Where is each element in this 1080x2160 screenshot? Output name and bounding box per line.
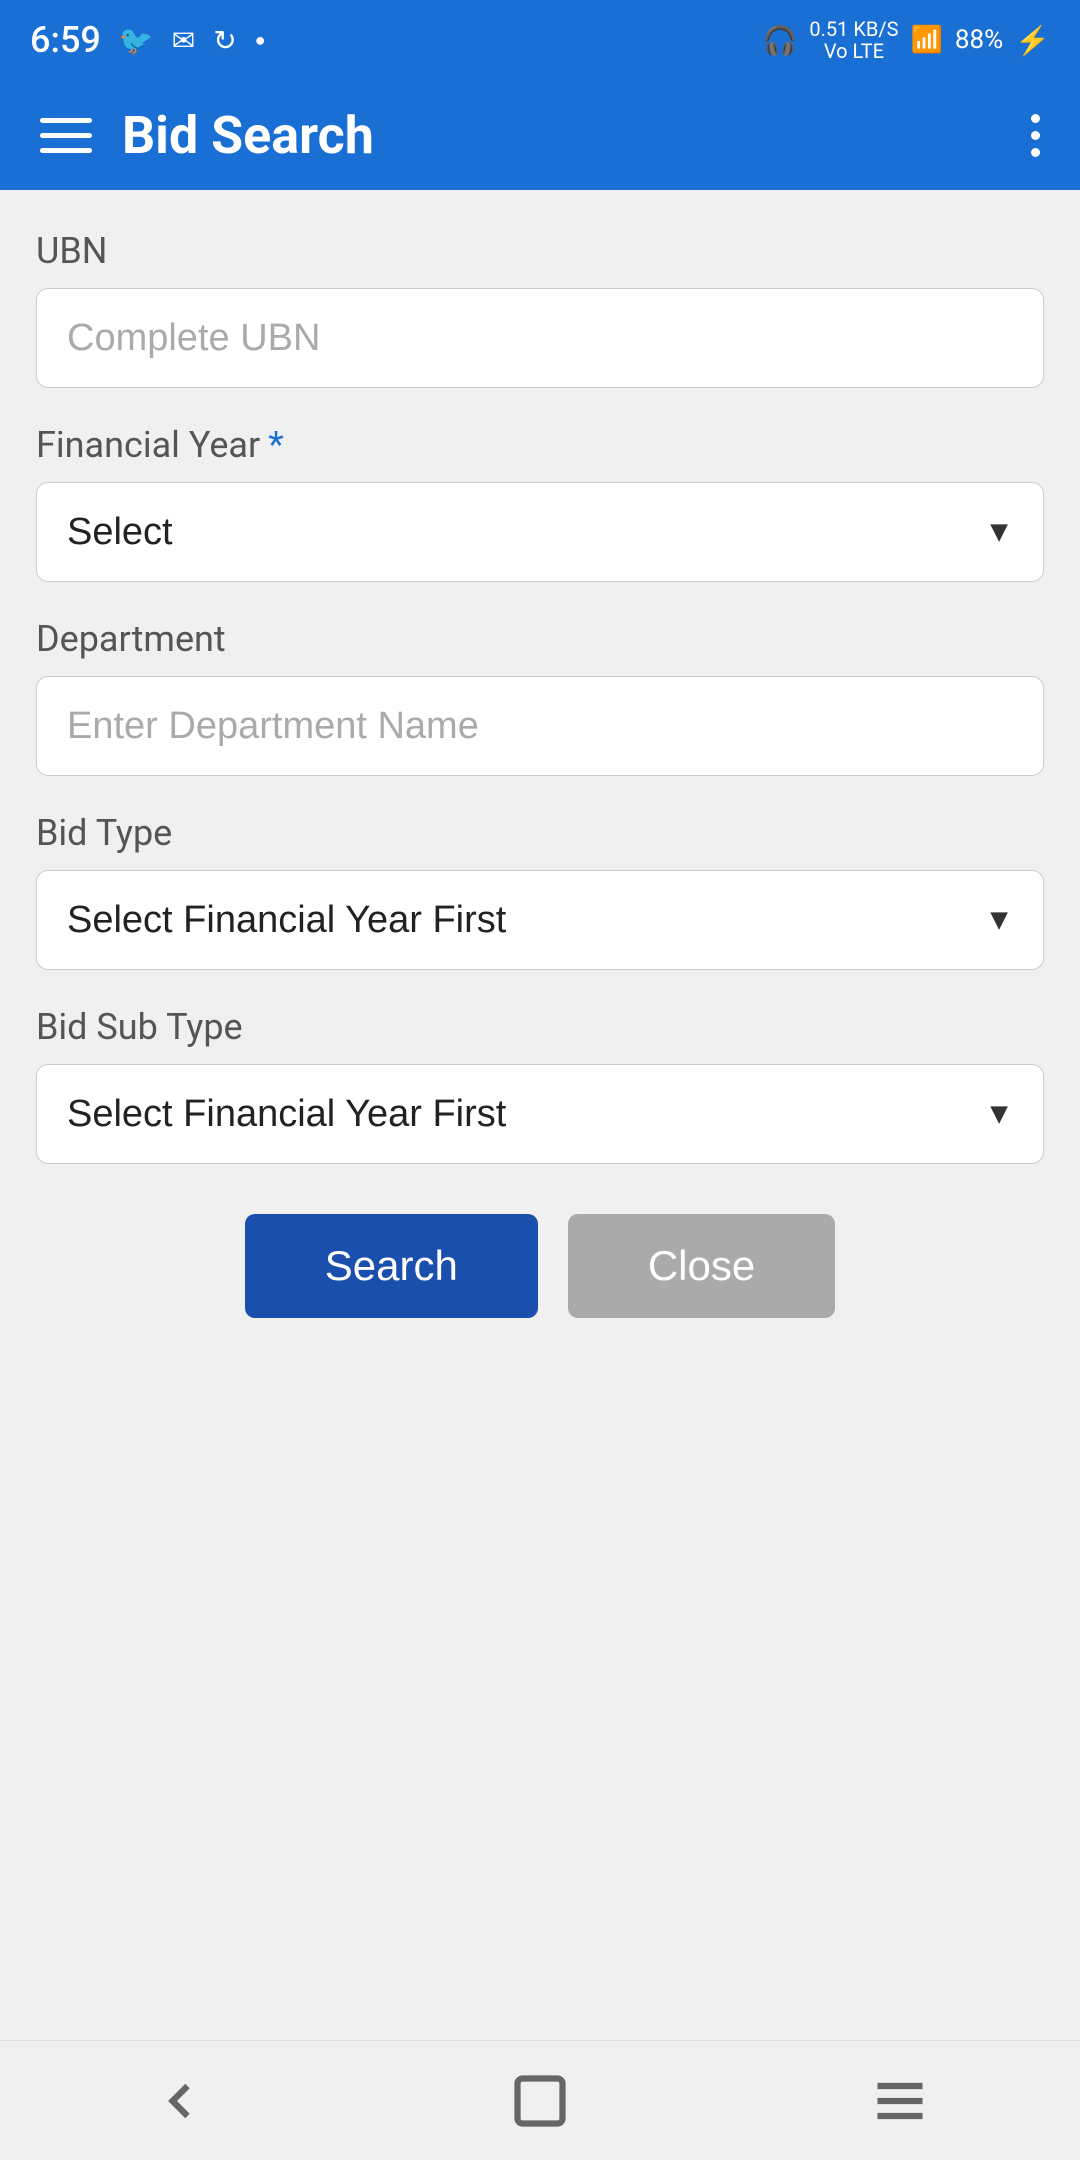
financial-year-label: Financial Year* <box>36 424 1044 466</box>
status-bar: 6:59 🐦 ✉ ↻ ● 🎧 0.51 KB/S Vo LTE 📶 88% ⚡ <box>0 0 1080 80</box>
hamburger-menu-icon[interactable] <box>40 118 92 153</box>
bid-sub-type-label: Bid Sub Type <box>36 1006 1044 1048</box>
status-left: 6:59 🐦 ✉ ↻ ● <box>30 19 266 61</box>
battery-level: 88% <box>955 25 1003 55</box>
network-speed: 0.51 KB/S Vo LTE <box>809 18 898 62</box>
department-label: Department <box>36 618 1044 660</box>
menu-button[interactable] <box>860 2061 940 2141</box>
required-asterisk: * <box>268 424 284 466</box>
signal-icon: 📶 <box>910 25 942 55</box>
home-square-icon <box>510 2071 570 2131</box>
dot-icon: ● <box>255 30 266 51</box>
ubn-input[interactable] <box>36 288 1044 388</box>
ubn-field-group: UBN <box>36 230 1044 388</box>
search-button[interactable]: Search <box>245 1214 538 1318</box>
close-button[interactable]: Close <box>568 1214 835 1318</box>
page-title: Bid Search <box>122 105 1031 166</box>
menu-lines-icon <box>870 2071 930 2131</box>
facebook-icon: 🐦 <box>119 24 154 57</box>
headset-icon: 🎧 <box>763 24 798 57</box>
financial-year-select-wrapper: Select ▼ <box>36 482 1044 582</box>
bid-type-select-wrapper: Select Financial Year First ▼ <box>36 870 1044 970</box>
charging-icon: ⚡ <box>1015 24 1050 57</box>
status-time: 6:59 <box>30 19 101 61</box>
bid-sub-type-select-wrapper: Select Financial Year First ▼ <box>36 1064 1044 1164</box>
app-bar: Bid Search <box>0 80 1080 190</box>
bid-sub-type-field-group: Bid Sub Type Select Financial Year First… <box>36 1006 1044 1164</box>
action-buttons: Search Close <box>36 1214 1044 1318</box>
department-field-group: Department <box>36 618 1044 776</box>
status-right: 🎧 0.51 KB/S Vo LTE 📶 88% ⚡ <box>763 18 1051 62</box>
bid-type-field-group: Bid Type Select Financial Year First ▼ <box>36 812 1044 970</box>
more-options-icon[interactable] <box>1031 114 1040 157</box>
financial-year-field-group: Financial Year* Select ▼ <box>36 424 1044 582</box>
bottom-navigation <box>0 2040 1080 2160</box>
financial-year-select[interactable]: Select <box>36 482 1044 582</box>
bid-sub-type-select[interactable]: Select Financial Year First <box>36 1064 1044 1164</box>
mail-icon: ✉ <box>172 24 195 57</box>
sync-icon: ↻ <box>213 24 236 57</box>
bid-type-label: Bid Type <box>36 812 1044 854</box>
back-button[interactable] <box>140 2061 220 2141</box>
department-input[interactable] <box>36 676 1044 776</box>
ubn-label: UBN <box>36 230 1044 272</box>
back-icon <box>150 2071 210 2131</box>
main-content: UBN Financial Year* Select ▼ Department … <box>0 190 1080 1358</box>
home-button[interactable] <box>500 2061 580 2141</box>
bid-type-select[interactable]: Select Financial Year First <box>36 870 1044 970</box>
